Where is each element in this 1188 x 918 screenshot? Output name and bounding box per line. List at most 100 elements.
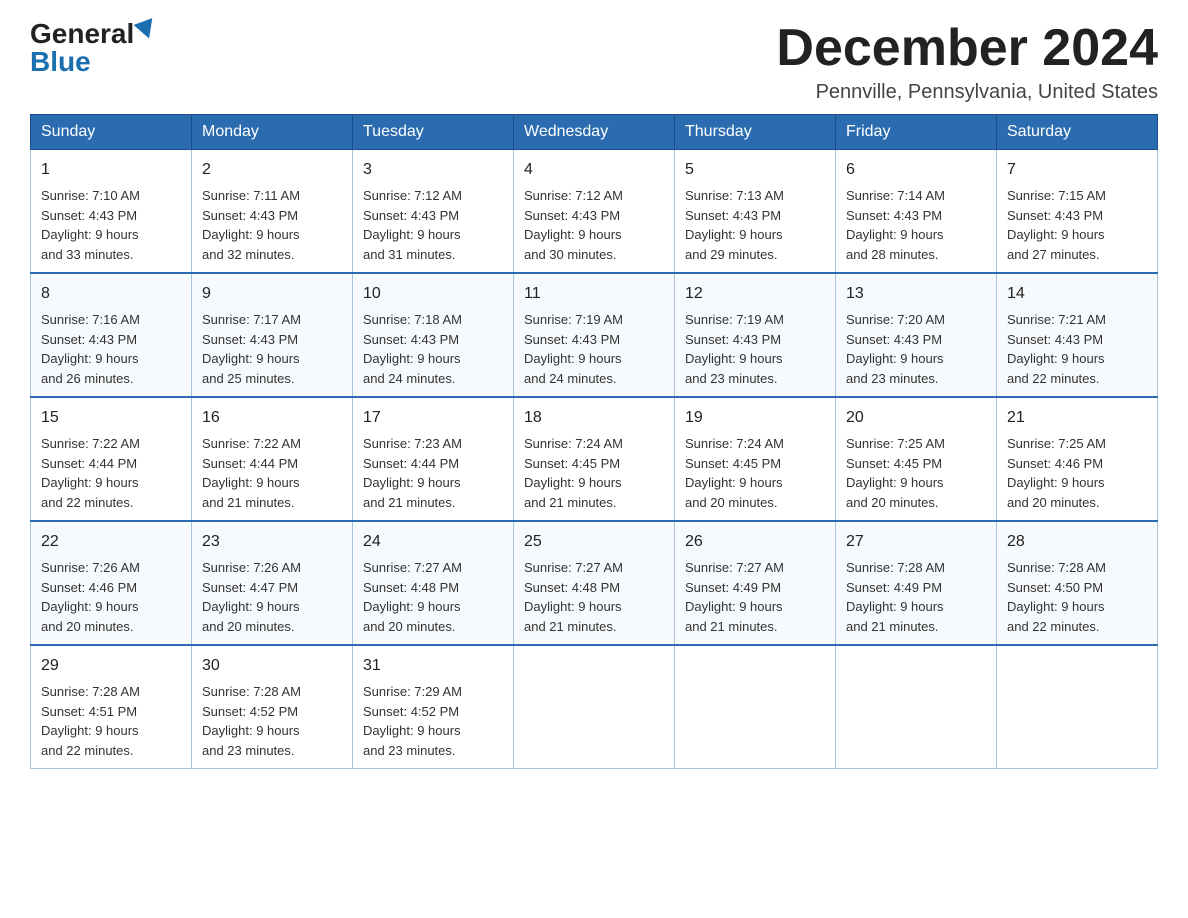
month-title: December 2024 (776, 20, 1158, 77)
calendar-cell: 20 Sunrise: 7:25 AMSunset: 4:45 PMDaylig… (836, 397, 997, 521)
calendar-cell: 14 Sunrise: 7:21 AMSunset: 4:43 PMDaylig… (997, 273, 1158, 397)
day-number: 18 (524, 406, 664, 430)
header-monday: Monday (192, 115, 353, 150)
day-number: 19 (685, 406, 825, 430)
day-info: Sunrise: 7:27 AMSunset: 4:49 PMDaylight:… (685, 560, 784, 634)
header-tuesday: Tuesday (353, 115, 514, 150)
page-header: General Blue December 2024 Pennville, Pe… (30, 20, 1158, 104)
calendar-cell: 25 Sunrise: 7:27 AMSunset: 4:48 PMDaylig… (514, 521, 675, 645)
day-number: 5 (685, 158, 825, 182)
calendar-cell (997, 645, 1158, 769)
day-number: 2 (202, 158, 342, 182)
day-number: 4 (524, 158, 664, 182)
day-info: Sunrise: 7:10 AMSunset: 4:43 PMDaylight:… (41, 188, 140, 262)
header-row: Sunday Monday Tuesday Wednesday Thursday… (31, 115, 1158, 150)
day-number: 8 (41, 282, 181, 306)
day-number: 10 (363, 282, 503, 306)
calendar-cell: 31 Sunrise: 7:29 AMSunset: 4:52 PMDaylig… (353, 645, 514, 769)
header-friday: Friday (836, 115, 997, 150)
calendar-cell (836, 645, 997, 769)
day-number: 25 (524, 530, 664, 554)
day-number: 7 (1007, 158, 1147, 182)
day-number: 31 (363, 654, 503, 678)
day-number: 16 (202, 406, 342, 430)
calendar-cell (675, 645, 836, 769)
day-number: 27 (846, 530, 986, 554)
calendar-cell: 21 Sunrise: 7:25 AMSunset: 4:46 PMDaylig… (997, 397, 1158, 521)
day-info: Sunrise: 7:12 AMSunset: 4:43 PMDaylight:… (524, 188, 623, 262)
day-number: 23 (202, 530, 342, 554)
day-info: Sunrise: 7:21 AMSunset: 4:43 PMDaylight:… (1007, 312, 1106, 386)
day-info: Sunrise: 7:23 AMSunset: 4:44 PMDaylight:… (363, 436, 462, 510)
day-number: 17 (363, 406, 503, 430)
week-row-3: 15 Sunrise: 7:22 AMSunset: 4:44 PMDaylig… (31, 397, 1158, 521)
header-wednesday: Wednesday (514, 115, 675, 150)
day-number: 14 (1007, 282, 1147, 306)
day-info: Sunrise: 7:26 AMSunset: 4:47 PMDaylight:… (202, 560, 301, 634)
day-info: Sunrise: 7:20 AMSunset: 4:43 PMDaylight:… (846, 312, 945, 386)
day-info: Sunrise: 7:25 AMSunset: 4:46 PMDaylight:… (1007, 436, 1106, 510)
logo: General Blue (30, 20, 156, 76)
calendar-cell (514, 645, 675, 769)
header-thursday: Thursday (675, 115, 836, 150)
calendar-cell: 16 Sunrise: 7:22 AMSunset: 4:44 PMDaylig… (192, 397, 353, 521)
day-number: 12 (685, 282, 825, 306)
day-info: Sunrise: 7:27 AMSunset: 4:48 PMDaylight:… (363, 560, 462, 634)
day-number: 24 (363, 530, 503, 554)
day-info: Sunrise: 7:11 AMSunset: 4:43 PMDaylight:… (202, 188, 300, 262)
calendar-cell: 29 Sunrise: 7:28 AMSunset: 4:51 PMDaylig… (31, 645, 192, 769)
calendar-cell: 15 Sunrise: 7:22 AMSunset: 4:44 PMDaylig… (31, 397, 192, 521)
calendar-cell: 28 Sunrise: 7:28 AMSunset: 4:50 PMDaylig… (997, 521, 1158, 645)
week-row-1: 1 Sunrise: 7:10 AMSunset: 4:43 PMDayligh… (31, 150, 1158, 274)
calendar-cell: 4 Sunrise: 7:12 AMSunset: 4:43 PMDayligh… (514, 150, 675, 274)
calendar-cell: 12 Sunrise: 7:19 AMSunset: 4:43 PMDaylig… (675, 273, 836, 397)
calendar-table: Sunday Monday Tuesday Wednesday Thursday… (30, 114, 1158, 769)
day-info: Sunrise: 7:24 AMSunset: 4:45 PMDaylight:… (524, 436, 623, 510)
calendar-cell: 5 Sunrise: 7:13 AMSunset: 4:43 PMDayligh… (675, 150, 836, 274)
calendar-cell: 18 Sunrise: 7:24 AMSunset: 4:45 PMDaylig… (514, 397, 675, 521)
day-info: Sunrise: 7:28 AMSunset: 4:50 PMDaylight:… (1007, 560, 1106, 634)
day-info: Sunrise: 7:22 AMSunset: 4:44 PMDaylight:… (202, 436, 301, 510)
day-number: 26 (685, 530, 825, 554)
day-info: Sunrise: 7:25 AMSunset: 4:45 PMDaylight:… (846, 436, 945, 510)
day-number: 22 (41, 530, 181, 554)
day-number: 13 (846, 282, 986, 306)
day-number: 1 (41, 158, 181, 182)
calendar-cell: 17 Sunrise: 7:23 AMSunset: 4:44 PMDaylig… (353, 397, 514, 521)
day-info: Sunrise: 7:26 AMSunset: 4:46 PMDaylight:… (41, 560, 140, 634)
day-number: 29 (41, 654, 181, 678)
calendar-cell: 13 Sunrise: 7:20 AMSunset: 4:43 PMDaylig… (836, 273, 997, 397)
day-info: Sunrise: 7:14 AMSunset: 4:43 PMDaylight:… (846, 188, 945, 262)
day-number: 20 (846, 406, 986, 430)
calendar-cell: 8 Sunrise: 7:16 AMSunset: 4:43 PMDayligh… (31, 273, 192, 397)
day-info: Sunrise: 7:24 AMSunset: 4:45 PMDaylight:… (685, 436, 784, 510)
calendar-cell: 7 Sunrise: 7:15 AMSunset: 4:43 PMDayligh… (997, 150, 1158, 274)
day-info: Sunrise: 7:15 AMSunset: 4:43 PMDaylight:… (1007, 188, 1106, 262)
location-title: Pennville, Pennsylvania, United States (776, 81, 1158, 104)
day-info: Sunrise: 7:28 AMSunset: 4:51 PMDaylight:… (41, 684, 140, 758)
day-info: Sunrise: 7:19 AMSunset: 4:43 PMDaylight:… (524, 312, 623, 386)
header-sunday: Sunday (31, 115, 192, 150)
week-row-4: 22 Sunrise: 7:26 AMSunset: 4:46 PMDaylig… (31, 521, 1158, 645)
logo-blue: Blue (30, 46, 91, 77)
calendar-cell: 1 Sunrise: 7:10 AMSunset: 4:43 PMDayligh… (31, 150, 192, 274)
day-info: Sunrise: 7:27 AMSunset: 4:48 PMDaylight:… (524, 560, 623, 634)
day-info: Sunrise: 7:17 AMSunset: 4:43 PMDaylight:… (202, 312, 301, 386)
day-number: 15 (41, 406, 181, 430)
calendar-cell: 23 Sunrise: 7:26 AMSunset: 4:47 PMDaylig… (192, 521, 353, 645)
calendar-cell: 10 Sunrise: 7:18 AMSunset: 4:43 PMDaylig… (353, 273, 514, 397)
day-info: Sunrise: 7:28 AMSunset: 4:49 PMDaylight:… (846, 560, 945, 634)
calendar-cell: 11 Sunrise: 7:19 AMSunset: 4:43 PMDaylig… (514, 273, 675, 397)
day-info: Sunrise: 7:13 AMSunset: 4:43 PMDaylight:… (685, 188, 784, 262)
calendar-cell: 24 Sunrise: 7:27 AMSunset: 4:48 PMDaylig… (353, 521, 514, 645)
calendar-cell: 2 Sunrise: 7:11 AMSunset: 4:43 PMDayligh… (192, 150, 353, 274)
day-info: Sunrise: 7:18 AMSunset: 4:43 PMDaylight:… (363, 312, 462, 386)
day-number: 3 (363, 158, 503, 182)
header-saturday: Saturday (997, 115, 1158, 150)
calendar-cell: 27 Sunrise: 7:28 AMSunset: 4:49 PMDaylig… (836, 521, 997, 645)
day-number: 6 (846, 158, 986, 182)
day-number: 9 (202, 282, 342, 306)
logo-general: General (30, 20, 134, 48)
week-row-5: 29 Sunrise: 7:28 AMSunset: 4:51 PMDaylig… (31, 645, 1158, 769)
day-number: 21 (1007, 406, 1147, 430)
